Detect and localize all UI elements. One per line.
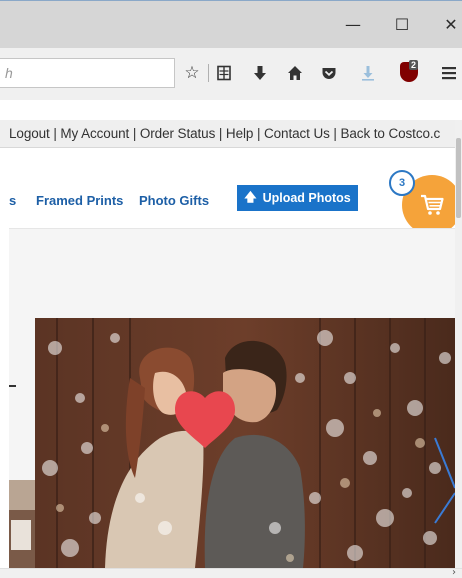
upload-arrow-icon: 🡅 <box>244 189 257 204</box>
star-icon[interactable]: ☆ <box>181 62 203 84</box>
horizontal-scrollbar[interactable]: › <box>0 567 462 578</box>
close-icon[interactable]: ✕ <box>436 11 462 37</box>
nav-item-photo-gifts[interactable]: Photo Gifts <box>139 193 209 208</box>
hero-text-fragment <box>9 385 16 387</box>
category-nav: s Framed Prints Photo Gifts 🡅 Upload Pho… <box>0 148 455 228</box>
downloads-icon[interactable] <box>357 62 379 84</box>
minimize-icon[interactable]: — <box>338 11 368 37</box>
account-links[interactable]: Logout | My Account | Order Status | Hel… <box>9 126 440 141</box>
toolbar-separator <box>208 64 209 82</box>
hero-thumbnail <box>9 480 37 568</box>
nav-item-partial[interactable]: s <box>9 193 16 208</box>
ublock-icon[interactable]: 2 <box>400 60 420 84</box>
hamburger-menu-icon[interactable] <box>438 62 460 84</box>
window-titlebar: — ☐ ✕ <box>0 0 462 48</box>
nav-item-framed-prints[interactable]: Framed Prints <box>36 193 123 208</box>
home-icon[interactable] <box>284 62 306 84</box>
scroll-right-icon[interactable]: › <box>452 567 456 578</box>
search-placeholder: h <box>5 65 13 81</box>
upload-photos-button[interactable]: 🡅 Upload Photos <box>237 185 358 211</box>
reading-list-icon[interactable] <box>213 62 235 84</box>
cart-icon <box>421 194 444 215</box>
cart-count-badge: 3 <box>389 170 415 196</box>
ublock-badge: 2 <box>409 60 419 70</box>
hero-photo <box>35 318 455 568</box>
maximize-icon[interactable]: ☐ <box>387 11 417 37</box>
toolbar-gap <box>0 100 462 120</box>
vertical-scrollbar-thumb[interactable] <box>456 138 461 218</box>
pocket-icon[interactable] <box>318 62 340 84</box>
search-input[interactable]: h <box>0 58 175 88</box>
account-links-bar: Logout | My Account | Order Status | Hel… <box>0 120 462 148</box>
download-arrow-icon[interactable] <box>249 62 271 84</box>
upload-photos-label: Upload Photos <box>262 191 351 205</box>
browser-toolbar: h ☆ 2 <box>0 48 462 100</box>
